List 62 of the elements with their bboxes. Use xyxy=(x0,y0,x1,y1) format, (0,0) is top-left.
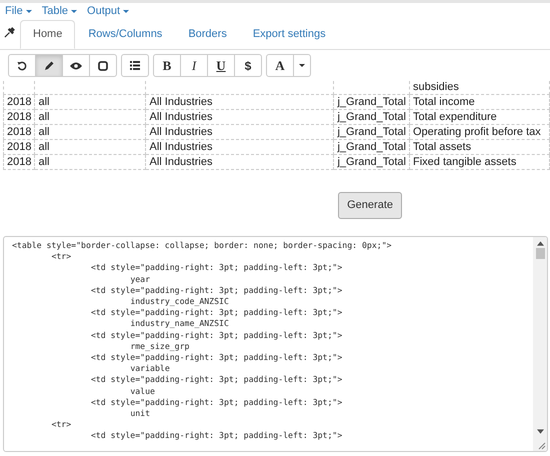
table-cell: 2018 xyxy=(4,94,35,110)
table-cell: subsidies xyxy=(409,81,550,94)
menu-item[interactable]: Table xyxy=(42,3,78,20)
table-cell: Total expenditure xyxy=(409,110,550,124)
table-cell: all xyxy=(34,124,146,140)
undo-icon xyxy=(17,60,27,70)
tab[interactable]: Rows/Columns xyxy=(75,20,176,49)
table-cell: All Industries xyxy=(146,154,334,170)
scrollbar[interactable] xyxy=(533,237,547,451)
table-cell: 2018 xyxy=(4,140,35,154)
table-cell: j_Grand_Total xyxy=(334,140,410,154)
table-cell: 2018 xyxy=(4,154,35,170)
format-button[interactable]: B xyxy=(153,54,181,77)
caret-icon xyxy=(26,10,32,13)
table-cell: Operating profit before tax xyxy=(409,124,550,140)
table-cell: All Industries xyxy=(146,94,334,110)
table-cell: Total income xyxy=(409,94,550,110)
dropdown-button[interactable] xyxy=(293,54,311,77)
table-cell: All Industries xyxy=(146,110,334,124)
table-cell: j_Grand_Total xyxy=(334,110,410,124)
table-cell: all xyxy=(34,110,146,124)
menu-item[interactable]: File xyxy=(5,3,32,20)
table-cell: all xyxy=(34,94,146,110)
table-cell: Total assets xyxy=(409,140,550,154)
caret-icon xyxy=(123,10,130,13)
square-icon xyxy=(98,60,108,70)
format-button[interactable]: U xyxy=(207,54,235,77)
caret-icon xyxy=(299,64,305,67)
edit-button[interactable] xyxy=(35,54,63,77)
table-cell: Fixed tangible assets xyxy=(409,154,550,170)
table-cell: j_Grand_Total xyxy=(334,94,410,110)
tab[interactable]: Borders xyxy=(175,20,240,49)
generate-button[interactable]: Generate xyxy=(338,192,402,219)
format-button[interactable]: A xyxy=(266,54,294,77)
table-cell: j_Grand_Total xyxy=(334,124,410,140)
preview-button[interactable] xyxy=(62,54,90,77)
table-cell: all xyxy=(34,154,146,170)
table-cell: all xyxy=(34,140,146,154)
scroll-up-icon[interactable] xyxy=(536,241,544,246)
tab[interactable]: Home xyxy=(20,20,76,49)
eye-icon xyxy=(70,62,82,70)
table-cell: All Industries xyxy=(146,140,334,154)
table-cell: j_Grand_Total xyxy=(334,154,410,170)
scroll-down-icon[interactable] xyxy=(536,429,544,434)
scroll-thumb[interactable] xyxy=(536,248,544,259)
html-code: <table style="border-collapse: collapse; border: none; border-spacing: 0px;"> <tr> <td style="padding-right: 3pt; padding-left: 3pt;"> year <td style="padding-right: 3pt; padding-left: 3pt;"> industry_code_ANZSIC <td style="padding-right: 3pt; padding-left: 3pt;"> industry_name_ANZSIC <td style="padding-right: 3pt; padding-left: 3pt;"> rme_size_grp <td style="padding-right: 3pt; padding-left: 3pt;"> variable <td style="padding-right: 3pt; padding-left: 3pt;"> value <td style="padding-right: 3pt; padding-left: 3pt;"> unit <tr> <td style="padding-right: 3pt; padding-left: 3pt;"> xyxy=(11,239,393,442)
table-cell: All Industries xyxy=(146,124,334,140)
pin-icon[interactable] xyxy=(4,27,15,38)
menu-item[interactable]: Output xyxy=(87,3,130,20)
resize-grip-icon[interactable] xyxy=(538,442,546,450)
table-cell: 2018 xyxy=(4,110,35,124)
tab[interactable]: Export settings xyxy=(240,20,339,49)
output-code-area[interactable] xyxy=(3,236,548,452)
format-button[interactable]: $ xyxy=(234,54,262,77)
list-button[interactable] xyxy=(121,54,149,77)
table-cell: 2018 xyxy=(4,124,35,140)
border-button[interactable] xyxy=(89,54,117,77)
undo-button[interactable] xyxy=(8,54,36,77)
format-button[interactable]: I xyxy=(180,54,208,77)
list-icon xyxy=(130,61,140,70)
pencil-icon xyxy=(44,60,54,70)
caret-icon xyxy=(71,10,78,13)
